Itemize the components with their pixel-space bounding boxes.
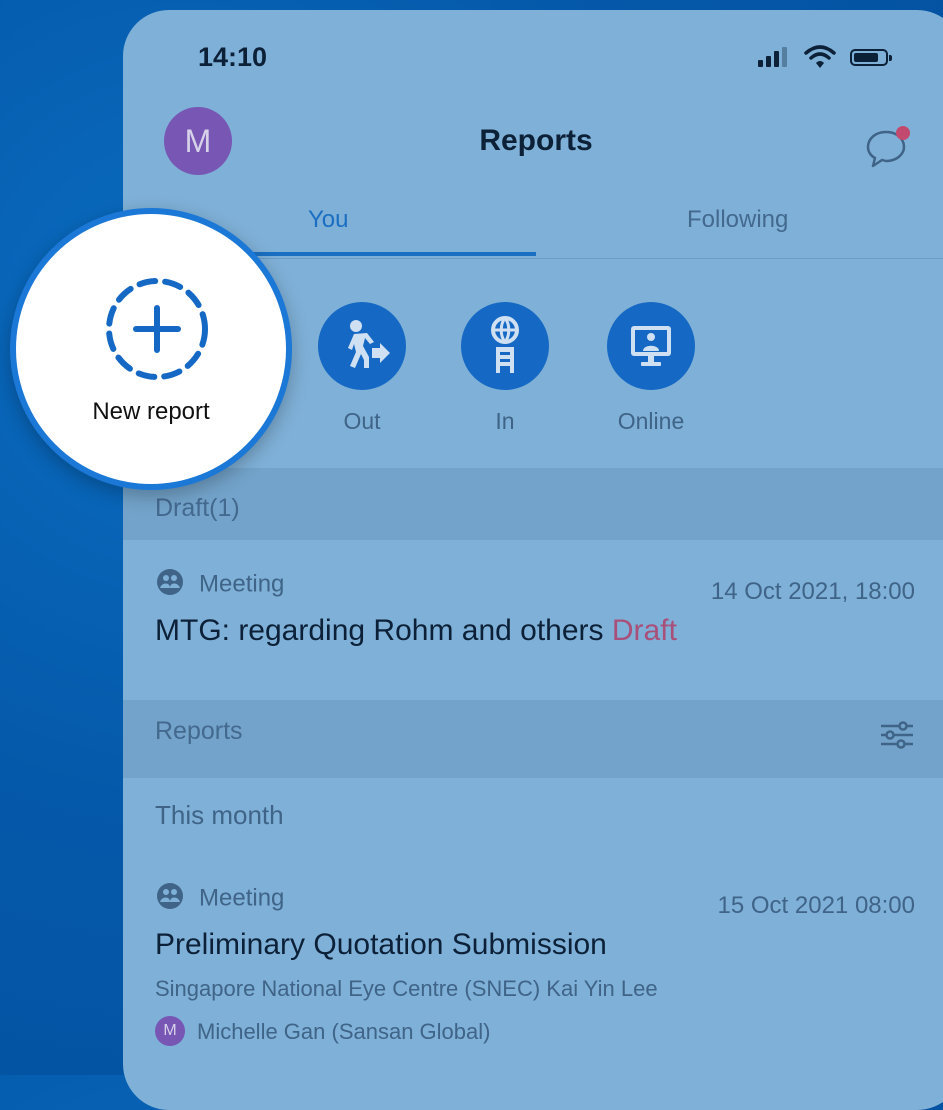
draft-section-header: Draft(1)	[123, 468, 943, 540]
wifi-icon	[804, 45, 836, 68]
chat-notification-icon[interactable]	[863, 122, 913, 172]
tab-you[interactable]: You	[308, 206, 349, 234]
out-label: Out	[343, 408, 381, 434]
status-bar: 14:10	[123, 10, 943, 100]
person-walking-out-icon	[348, 320, 390, 368]
group-label-this-month: This month	[155, 800, 284, 830]
tab-selected-indicator	[213, 252, 536, 256]
monitor-person-icon	[631, 326, 671, 366]
in-icon-circle	[461, 302, 549, 390]
reports-section-header: Reports	[123, 700, 943, 778]
meeting-icon	[157, 883, 183, 909]
status-time: 14:10	[198, 42, 268, 72]
meeting-icon	[157, 569, 183, 595]
online-label: Online	[617, 408, 685, 434]
report-type-label: Meeting	[199, 884, 285, 912]
online-report-button[interactable]: Online	[607, 302, 695, 435]
online-icon-circle	[607, 302, 695, 390]
battery-icon	[850, 49, 892, 66]
out-icon-circle	[318, 302, 406, 390]
draft-title: MTG: regarding Rohm and others	[155, 614, 604, 647]
draft-item-type: Meeting	[155, 569, 285, 600]
out-report-button[interactable]: Out	[318, 302, 406, 435]
tab-following[interactable]: Following	[687, 206, 788, 234]
filter-sliders-icon[interactable]	[879, 720, 915, 750]
report-company: Singapore National Eye Centre (SNEC) Kai…	[155, 976, 658, 1001]
report-date: 15 Oct 2021 08:00	[717, 892, 915, 919]
draft-status-tag: Draft	[611, 614, 677, 647]
add-dashed-circle-icon	[106, 278, 208, 380]
draft-type-label: Meeting	[199, 570, 285, 598]
signal-icon	[758, 46, 792, 70]
globe-building-icon	[491, 316, 519, 373]
report-owner: M Michelle Gan (Sansan Global)	[155, 1016, 491, 1048]
new-report-label: New report	[92, 398, 210, 425]
owner-name: Michelle Gan (Sansan Global)	[197, 1018, 491, 1044]
draft-date: 14 Oct 2021, 18:00	[710, 578, 915, 605]
in-label: In	[495, 408, 515, 434]
report-item-type: Meeting	[155, 883, 285, 914]
draft-title-row: MTG: regarding Rohm and others Draft	[155, 614, 677, 648]
reports-heading: Reports	[155, 717, 243, 745]
in-report-button[interactable]: In	[461, 302, 549, 435]
status-icons	[758, 45, 908, 70]
report-title: Preliminary Quotation Submission	[155, 928, 607, 961]
phone-screen: 14:10 M Reports You Following Out In Onl…	[123, 10, 943, 1110]
owner-avatar: M	[155, 1016, 185, 1046]
new-report-button[interactable]: New report	[10, 208, 292, 490]
page-title: Reports	[479, 124, 593, 157]
